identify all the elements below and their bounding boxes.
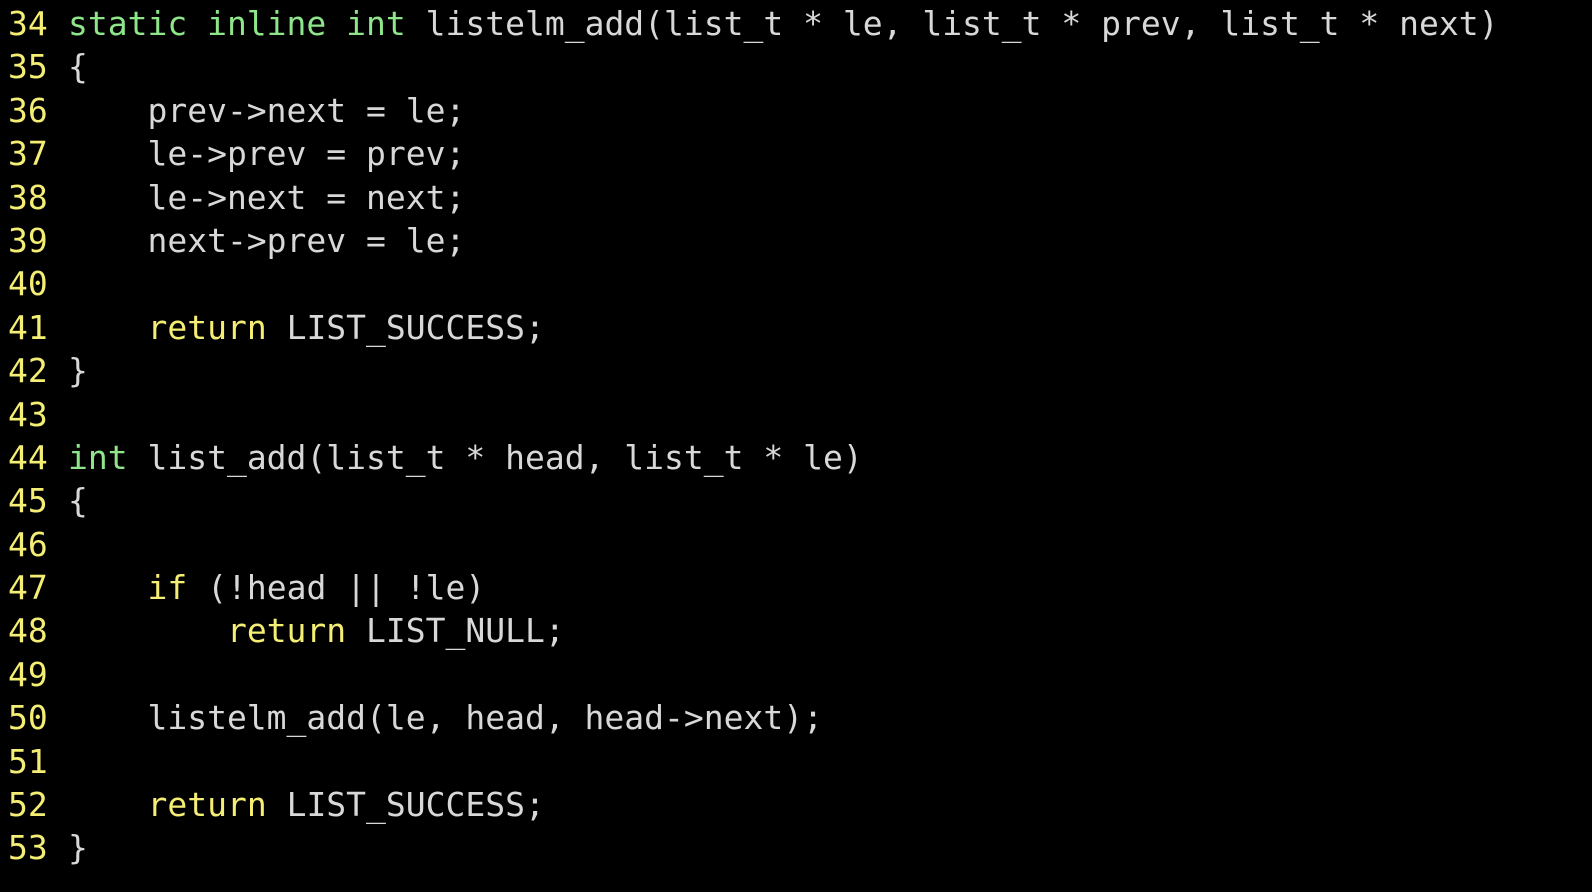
code-text[interactable] (60, 262, 1592, 305)
line-number: 48 (8, 611, 48, 651)
code-text[interactable]: prev->next = le; (60, 89, 1592, 132)
code-line[interactable]: 39 next->prev = le; (0, 219, 1592, 262)
line-number: 51 (8, 741, 48, 781)
type-token: int (68, 437, 128, 477)
line-number: 34 (8, 4, 48, 43)
code-line[interactable]: 37 le->prev = prev; (0, 132, 1592, 175)
line-number: 45 (8, 481, 48, 521)
code-text[interactable] (60, 740, 1592, 783)
code-text[interactable]: listelm_add(le, head, head->next); (60, 696, 1592, 739)
keyword-token: return (147, 785, 267, 825)
code-text[interactable]: { (60, 45, 1592, 88)
line-number: 41 (8, 307, 48, 347)
code-line[interactable]: 48 return LIST_NULL; (0, 609, 1592, 652)
line-number: 47 (8, 568, 48, 608)
line-number: 52 (8, 785, 48, 825)
line-number: 35 (8, 47, 48, 87)
code-token: le->prev = prev; (68, 134, 466, 174)
code-line[interactable]: 40 (0, 262, 1592, 305)
code-line[interactable]: 47 if (!head || !le) (0, 566, 1592, 609)
keyword-token: return (226, 611, 347, 651)
line-number: 40 (8, 264, 48, 304)
code-token: next->prev = le; (68, 220, 466, 260)
line-number: 36 (8, 90, 48, 130)
code-line[interactable]: 53} (0, 826, 1592, 869)
code-token: LIST_SUCCESS; (266, 785, 545, 825)
code-token: listelm_add(list_t * le, list_t * prev, … (405, 4, 1499, 43)
code-text[interactable]: } (60, 349, 1592, 392)
line-number: 50 (8, 698, 48, 738)
code-token: { (68, 481, 88, 521)
code-line[interactable]: 52 return LIST_SUCCESS; (0, 783, 1592, 826)
code-token: LIST_NULL; (346, 611, 565, 651)
code-token: le->next = next; (68, 177, 466, 217)
code-text[interactable]: return LIST_NULL; (60, 609, 1592, 652)
code-line[interactable]: 49 (0, 653, 1592, 696)
line-number: 38 (8, 177, 48, 217)
code-text[interactable]: return LIST_SUCCESS; (60, 306, 1592, 349)
code-line[interactable]: 38 le->next = next; (0, 176, 1592, 219)
code-text[interactable]: int list_add(list_t * head, list_t * le) (60, 436, 1592, 479)
code-line[interactable]: 51 (0, 740, 1592, 783)
code-token: } (68, 351, 88, 391)
code-token: prev->next = le; (68, 90, 466, 130)
code-text[interactable]: le->prev = prev; (60, 132, 1592, 175)
code-line[interactable]: 36 prev->next = le; (0, 89, 1592, 132)
code-text[interactable] (60, 523, 1592, 566)
code-line[interactable]: 43 (0, 393, 1592, 436)
code-line[interactable]: 46 (0, 523, 1592, 566)
code-text[interactable]: if (!head || !le) (60, 566, 1592, 609)
keyword-token: return (147, 307, 267, 347)
line-number: 53 (8, 828, 48, 868)
code-text[interactable]: le->next = next; (60, 176, 1592, 219)
keyword-token: if (147, 568, 188, 608)
line-number: 44 (8, 437, 48, 477)
code-editor[interactable]: 34 static inline int listelm_add(list_t *… (0, 2, 1592, 892)
code-text[interactable]: } (60, 826, 1592, 869)
code-token: LIST_SUCCESS; (266, 307, 545, 347)
line-number: 37 (8, 134, 48, 174)
code-line[interactable]: 50 listelm_add(le, head, head->next); (0, 696, 1592, 739)
code-text[interactable] (60, 653, 1592, 696)
line-number: 39 (8, 220, 48, 260)
line-number: 42 (8, 351, 48, 391)
code-text[interactable]: static inline int listelm_add(list_t * l… (60, 2, 1592, 45)
code-line[interactable]: 35 { (0, 45, 1592, 88)
code-token: (!head || !le) (187, 568, 486, 608)
line-number: 43 (8, 394, 48, 434)
code-line[interactable]: 45 { (0, 479, 1592, 522)
code-token: { (68, 47, 88, 87)
code-line[interactable]: 42} (0, 349, 1592, 392)
code-line[interactable]: 41 return LIST_SUCCESS; (0, 306, 1592, 349)
code-token: list_add(list_t * head, list_t * le) (127, 437, 863, 477)
code-text[interactable]: return LIST_SUCCESS; (60, 783, 1592, 826)
code-token: } (68, 828, 88, 868)
code-text[interactable] (60, 393, 1592, 436)
line-number: 49 (8, 654, 48, 694)
code-line[interactable]: 34 static inline int listelm_add(list_t *… (0, 2, 1592, 45)
code-line[interactable]: 44 int list_add(list_t * head, list_t * l… (0, 436, 1592, 479)
code-text[interactable]: next->prev = le; (60, 219, 1592, 262)
line-number: 46 (8, 524, 48, 564)
code-text[interactable]: { (60, 479, 1592, 522)
code-token: listelm_add(le, head, head->next); (68, 698, 823, 738)
type-token: static inline int (68, 4, 406, 43)
